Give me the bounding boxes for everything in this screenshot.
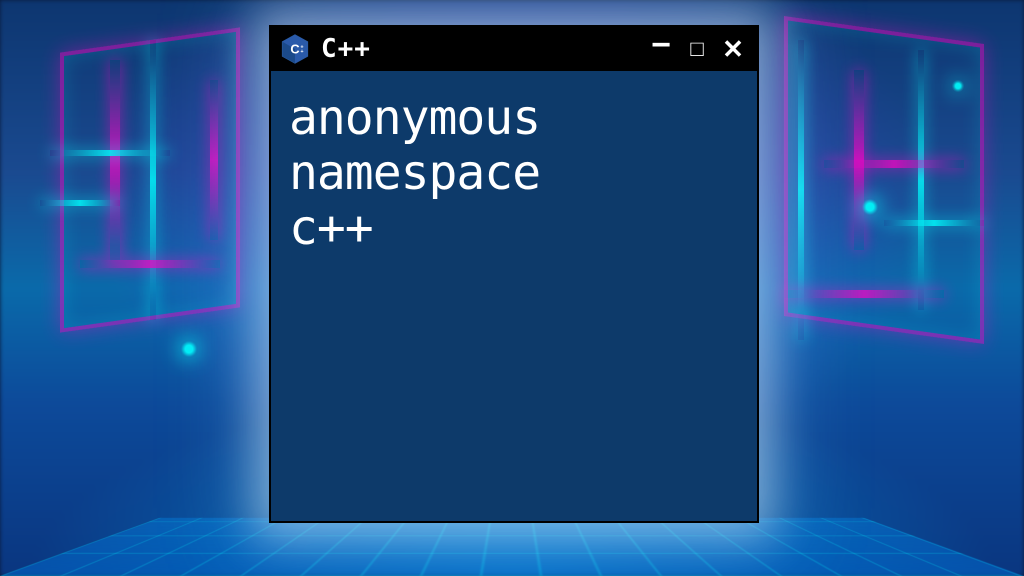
window-titlebar[interactable]: C + + C++ − □ ✕ bbox=[271, 27, 757, 71]
window-controls: − □ ✕ bbox=[647, 32, 747, 66]
cpp-hex-icon: C + + bbox=[279, 33, 311, 65]
code-line-3: c++ bbox=[289, 201, 739, 256]
close-button[interactable]: ✕ bbox=[719, 36, 747, 62]
window-content: anonymous namespace c++ bbox=[271, 71, 757, 521]
svg-text:+: + bbox=[301, 49, 304, 55]
code-line-2: namespace bbox=[289, 146, 739, 201]
maximize-button[interactable]: □ bbox=[683, 38, 711, 60]
floor-grid bbox=[0, 518, 1024, 576]
minimize-button[interactable]: − bbox=[647, 28, 675, 62]
window-title: C++ bbox=[321, 34, 371, 64]
code-line-1: anonymous bbox=[289, 91, 739, 146]
svg-text:C: C bbox=[290, 41, 299, 56]
title-area: C + + C++ bbox=[279, 33, 371, 65]
app-window: C + + C++ − □ ✕ anonymous namespace c++ bbox=[269, 25, 759, 523]
